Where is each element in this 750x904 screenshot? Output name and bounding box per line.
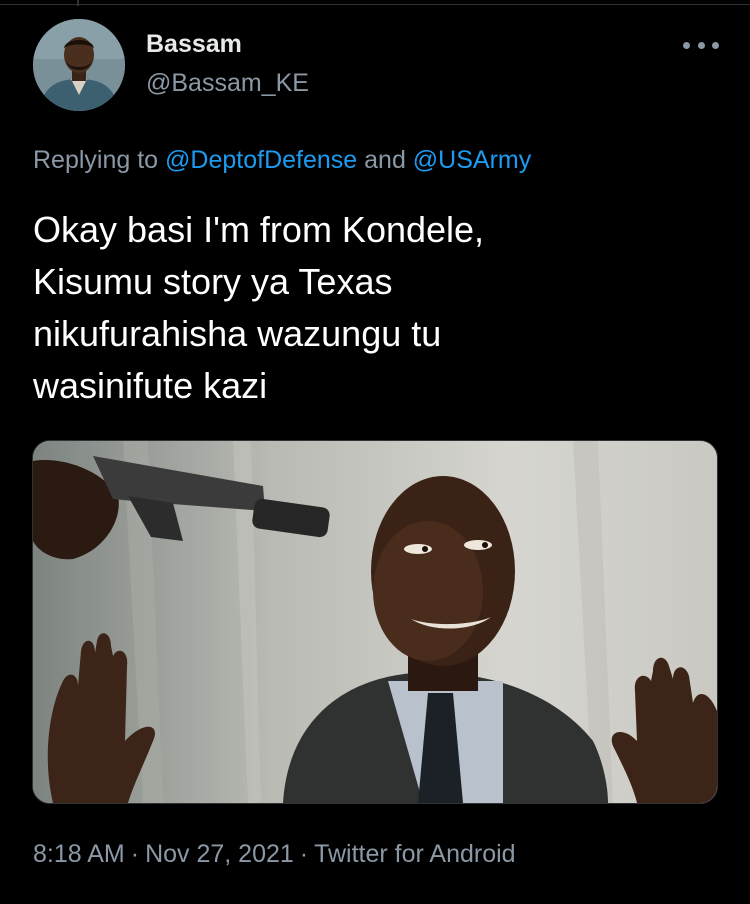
author-display-name[interactable]: Bassam [146, 28, 309, 60]
meta-separator: · [130, 840, 140, 868]
avatar-image [33, 19, 125, 111]
tweet-author[interactable]: Bassam @Bassam_KE [146, 28, 309, 99]
tweet-time[interactable]: 8:18 AM [33, 840, 125, 868]
reply-prefix: Replying to [33, 146, 166, 174]
reply-conjunction: and [357, 146, 413, 174]
avatar[interactable] [33, 19, 125, 111]
tweet-text-line: nikufurahisha wazungu tu [33, 313, 442, 354]
tweet-source[interactable]: Twitter for Android [314, 840, 515, 868]
meta-separator: · [299, 840, 309, 868]
meme-photo [33, 441, 717, 803]
more-horizontal-icon-dot [712, 41, 719, 49]
mention-link-deptofdefense[interactable]: @DeptofDefense [165, 146, 357, 174]
more-horizontal-icon-dot [697, 41, 705, 49]
tweet-text-line: Kisumu story ya Texas [33, 261, 393, 302]
tweet-text-line: Okay basi I'm from Kondele, [33, 209, 485, 250]
tweet-meta: 8:18 AM · Nov 27, 2021 · Twitter for Android [33, 838, 516, 870]
reply-context: Replying to @DeptofDefense and @USArmy [33, 143, 531, 177]
more-horizontal-icon [683, 41, 690, 49]
tweet-media-photo[interactable] [32, 440, 718, 804]
top-divider [0, 4, 750, 5]
tweet-text: Okay basi I'm from Kondele, Kisumu story… [33, 204, 723, 412]
tweet-date[interactable]: Nov 27, 2021 [145, 840, 294, 868]
author-handle[interactable]: @Bassam_KE [146, 67, 309, 99]
more-options-button[interactable] [683, 35, 719, 55]
mention-link-usarmy[interactable]: @USArmy [413, 146, 531, 174]
tweet-text-line: wasinifute kazi [33, 365, 268, 406]
thread-connector [77, 0, 79, 6]
